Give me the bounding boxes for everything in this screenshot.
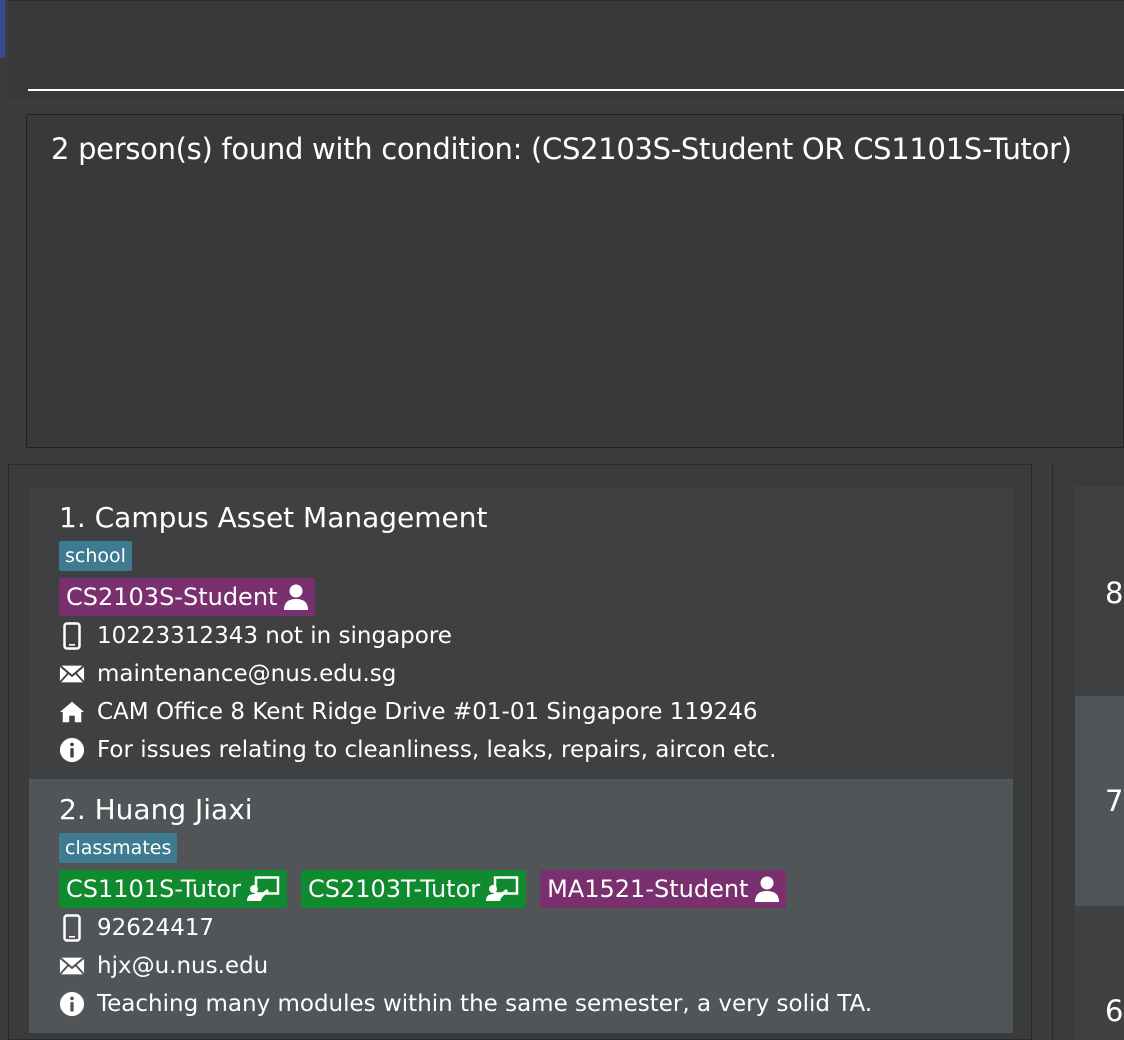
teacher-icon xyxy=(486,876,519,901)
result-display: 2 person(s) found with condition: (CS210… xyxy=(26,114,1124,448)
envelope-icon xyxy=(59,953,85,979)
right-item-number: 6 xyxy=(1105,994,1124,1028)
module-tag: MA1521-Student xyxy=(540,870,787,908)
phone-icon xyxy=(59,914,85,942)
email-row: maintenance@nus.edu.sg xyxy=(59,661,396,687)
address-row: CAM Office 8 Kent Ridge Drive #01-01 Sin… xyxy=(59,699,758,725)
phone-text: 10223312343 not in singapore xyxy=(97,623,452,649)
command-input[interactable] xyxy=(28,13,1124,91)
module-label: CS1101S-Tutor xyxy=(66,875,241,903)
window-edge xyxy=(0,0,8,1040)
module-label: MA1521-Student xyxy=(547,875,749,903)
module-label: CS2103T-Tutor xyxy=(307,875,481,903)
person-icon xyxy=(755,876,780,902)
person-card-selected[interactable]: 2. Huang Jiaxi classmates CS1101S-Tutor … xyxy=(29,779,1013,1033)
right-list-item[interactable]: 7 xyxy=(1075,696,1124,906)
phone-text: 92624417 xyxy=(97,915,215,941)
envelope-icon xyxy=(59,661,85,687)
right-item-number: 7 xyxy=(1105,784,1124,818)
person-icon xyxy=(284,584,309,610)
module-list: CS1101S-Tutor CS2103T-Tutor MA1521-Stude… xyxy=(59,870,787,908)
tag: classmates xyxy=(59,833,178,863)
module-tag: CS2103T-Tutor xyxy=(300,870,527,908)
phone-icon xyxy=(59,622,85,650)
email-text: hjx@u.nus.edu xyxy=(97,953,269,979)
info-icon xyxy=(59,991,85,1017)
module-tag: CS2103S-Student xyxy=(59,578,316,616)
right-item-number: 8 xyxy=(1105,576,1124,610)
module-label: CS2103S-Student xyxy=(66,583,278,611)
command-box xyxy=(8,0,1124,101)
person-name: 1. Campus Asset Management xyxy=(59,501,488,534)
email-row: hjx@u.nus.edu xyxy=(59,953,268,979)
tag-list: classmates xyxy=(59,833,178,863)
home-icon xyxy=(59,699,85,725)
phone-row: 92624417 xyxy=(59,914,215,942)
tag-list: school xyxy=(59,541,132,571)
person-list-panel[interactable]: 1. Campus Asset Management school CS2103… xyxy=(8,464,1032,1040)
right-list-item[interactable]: 6 xyxy=(1075,906,1124,1040)
right-list-panel[interactable]: 8 7 6 xyxy=(1052,464,1124,1040)
module-tag: CS1101S-Tutor xyxy=(59,870,287,908)
description-text: Teaching many modules within the same se… xyxy=(97,991,873,1017)
email-text: maintenance@nus.edu.sg xyxy=(97,661,397,687)
module-list: CS2103S-Student xyxy=(59,578,316,616)
panel-divider[interactable] xyxy=(1034,464,1052,1040)
tag: school xyxy=(59,541,132,571)
info-icon xyxy=(59,737,85,763)
person-card[interactable]: 1. Campus Asset Management school CS2103… xyxy=(29,487,1013,779)
window-edge-accent xyxy=(0,0,5,58)
right-list-item[interactable]: 8 xyxy=(1075,486,1124,696)
person-name: 2. Huang Jiaxi xyxy=(59,793,253,826)
teacher-icon xyxy=(246,876,280,901)
description-row: For issues relating to cleanliness, leak… xyxy=(59,737,776,763)
description-row: Teaching many modules within the same se… xyxy=(59,991,872,1017)
phone-row: 10223312343 not in singapore xyxy=(59,622,452,650)
result-text: 2 person(s) found with condition: (CS210… xyxy=(51,132,1072,166)
address-text: CAM Office 8 Kent Ridge Drive #01-01 Sin… xyxy=(97,699,758,725)
description-text: For issues relating to cleanliness, leak… xyxy=(97,737,777,763)
